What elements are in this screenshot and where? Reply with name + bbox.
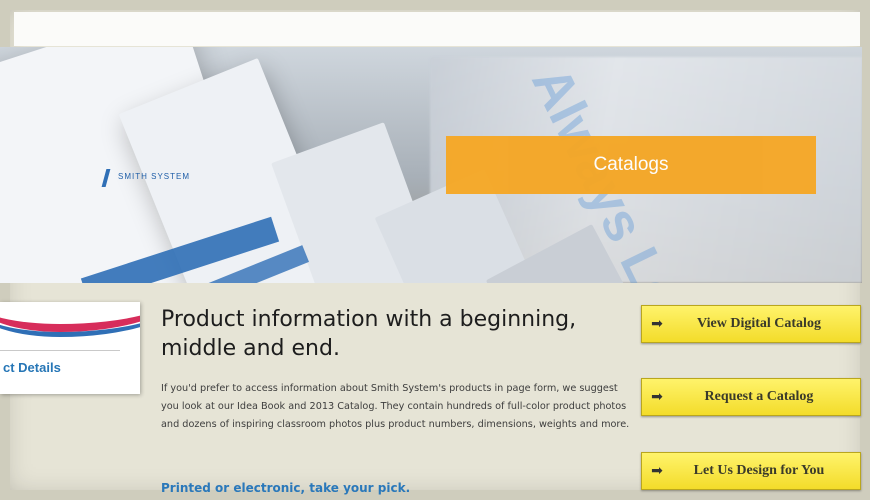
intro-paragraph: If you'd prefer to access information ab… xyxy=(161,383,630,430)
button-label: View Digital Catalog xyxy=(697,316,821,331)
catalogs-banner: Catalogs xyxy=(446,136,816,194)
arrow-right-icon: ➡ xyxy=(651,389,663,405)
request-catalog-button[interactable]: ➡ Request a Catalog xyxy=(641,378,861,416)
swoosh-decoration xyxy=(0,302,140,337)
button-label: Let Us Design for You xyxy=(693,463,825,478)
page-heading: Product information with a beginning, mi… xyxy=(161,307,577,361)
tagline-link[interactable]: Printed or electronic, take your pick. xyxy=(161,481,410,495)
brand-logo-text: SMITH SYSTEM xyxy=(118,172,191,181)
catalogs-banner-label: Catalogs xyxy=(593,154,669,175)
card-divider xyxy=(0,350,120,351)
button-label: Request a Catalog xyxy=(704,389,814,404)
arrow-right-icon: ➡ xyxy=(651,316,663,332)
design-for-you-button[interactable]: ➡ Let Us Design for You xyxy=(641,452,861,490)
top-bar xyxy=(14,12,860,46)
arrow-right-icon: ➡ xyxy=(651,463,663,479)
product-details-link[interactable]: ct Details xyxy=(3,360,61,375)
side-card[interactable]: ct Details xyxy=(0,302,140,394)
view-digital-catalog-button[interactable]: ➡ View Digital Catalog xyxy=(641,305,861,343)
